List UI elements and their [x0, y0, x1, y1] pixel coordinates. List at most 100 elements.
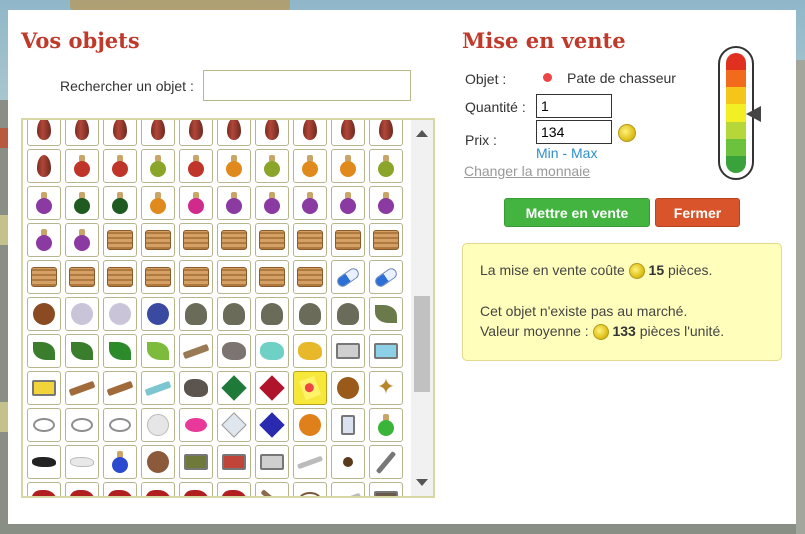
grid-item[interactable]	[65, 223, 99, 257]
grid-item[interactable]	[369, 445, 403, 479]
grid-item[interactable]	[255, 186, 289, 220]
grid-item[interactable]	[103, 223, 137, 257]
grid-item[interactable]: ✦	[369, 371, 403, 405]
grid-item[interactable]	[179, 120, 213, 146]
quantity-input[interactable]	[536, 94, 612, 118]
grid-item[interactable]	[331, 445, 365, 479]
grid-item[interactable]	[293, 482, 327, 496]
grid-item[interactable]	[255, 408, 289, 442]
grid-item[interactable]	[293, 260, 327, 294]
grid-item[interactable]	[179, 408, 213, 442]
grid-item[interactable]	[103, 445, 137, 479]
grid-item[interactable]	[27, 186, 61, 220]
grid-item[interactable]	[65, 334, 99, 368]
grid-item[interactable]	[141, 186, 175, 220]
grid-item[interactable]	[27, 482, 61, 496]
scroll-down-arrow-icon[interactable]	[416, 479, 428, 486]
grid-item[interactable]	[179, 223, 213, 257]
grid-item[interactable]	[293, 297, 327, 331]
sell-button[interactable]: Mettre en vente	[504, 198, 650, 227]
price-input[interactable]	[536, 120, 612, 144]
grid-item[interactable]	[293, 371, 327, 405]
grid-item[interactable]	[217, 334, 251, 368]
close-button[interactable]: Fermer	[655, 198, 740, 227]
grid-item[interactable]	[103, 260, 137, 294]
grid-item[interactable]	[27, 120, 61, 146]
grid-item[interactable]	[369, 260, 403, 294]
grid-item[interactable]	[141, 297, 175, 331]
grid-item[interactable]	[255, 120, 289, 146]
grid-item[interactable]	[217, 445, 251, 479]
grid-item[interactable]	[179, 445, 213, 479]
grid-item[interactable]	[179, 371, 213, 405]
grid-item[interactable]	[369, 223, 403, 257]
change-currency-link[interactable]: Changer la monnaie	[464, 163, 590, 179]
grid-item[interactable]	[103, 482, 137, 496]
grid-item[interactable]	[27, 260, 61, 294]
grid-item[interactable]	[331, 408, 365, 442]
scroll-up-arrow-icon[interactable]	[416, 130, 428, 137]
grid-item[interactable]	[65, 445, 99, 479]
grid-item[interactable]	[179, 334, 213, 368]
min-link[interactable]: Min	[536, 145, 559, 161]
grid-item[interactable]	[27, 297, 61, 331]
grid-item[interactable]	[217, 297, 251, 331]
grid-item[interactable]	[217, 371, 251, 405]
grid-item[interactable]	[141, 260, 175, 294]
grid-item[interactable]	[331, 120, 365, 146]
grid-item[interactable]	[179, 260, 213, 294]
grid-item[interactable]	[293, 334, 327, 368]
grid-item[interactable]	[331, 334, 365, 368]
grid-item[interactable]	[217, 120, 251, 146]
grid-item[interactable]	[27, 408, 61, 442]
grid-item[interactable]	[255, 297, 289, 331]
grid-item[interactable]	[65, 120, 99, 146]
grid-item[interactable]	[369, 149, 403, 183]
grid-item[interactable]	[65, 260, 99, 294]
grid-item[interactable]	[217, 260, 251, 294]
grid-item[interactable]	[27, 445, 61, 479]
grid-item[interactable]	[255, 445, 289, 479]
grid-item[interactable]	[65, 482, 99, 496]
grid-item[interactable]	[369, 120, 403, 146]
grid-item[interactable]	[27, 223, 61, 257]
grid-item[interactable]	[331, 186, 365, 220]
grid-item[interactable]	[141, 149, 175, 183]
grid-item[interactable]	[293, 223, 327, 257]
grid-item[interactable]	[141, 445, 175, 479]
grid-item[interactable]	[331, 223, 365, 257]
grid-item[interactable]	[217, 408, 251, 442]
grid-item[interactable]	[65, 186, 99, 220]
grid-item[interactable]	[293, 186, 327, 220]
grid-item[interactable]	[369, 334, 403, 368]
grid-item[interactable]	[255, 371, 289, 405]
grid-item[interactable]	[141, 408, 175, 442]
grid-item[interactable]	[293, 445, 327, 479]
grid-item[interactable]	[65, 297, 99, 331]
grid-item[interactable]	[27, 371, 61, 405]
grid-item[interactable]	[141, 371, 175, 405]
grid-item[interactable]	[103, 186, 137, 220]
grid-item[interactable]	[369, 482, 403, 496]
max-link[interactable]: Max	[571, 145, 597, 161]
search-input[interactable]	[203, 70, 411, 101]
grid-item[interactable]	[331, 371, 365, 405]
grid-item[interactable]	[255, 482, 289, 496]
grid-item[interactable]	[331, 482, 365, 496]
grid-item[interactable]	[27, 149, 61, 183]
grid-item[interactable]	[179, 297, 213, 331]
grid-item[interactable]	[141, 482, 175, 496]
grid-item[interactable]	[217, 149, 251, 183]
scroll-thumb[interactable]	[414, 296, 430, 392]
grid-item[interactable]	[65, 371, 99, 405]
grid-item[interactable]	[255, 223, 289, 257]
grid-item[interactable]	[255, 334, 289, 368]
grid-item[interactable]	[179, 482, 213, 496]
grid-item[interactable]	[103, 334, 137, 368]
grid-item[interactable]	[293, 120, 327, 146]
grid-item[interactable]	[331, 149, 365, 183]
grid-item[interactable]	[369, 408, 403, 442]
grid-item[interactable]	[217, 482, 251, 496]
grid-item[interactable]	[255, 149, 289, 183]
grid-item[interactable]	[217, 186, 251, 220]
